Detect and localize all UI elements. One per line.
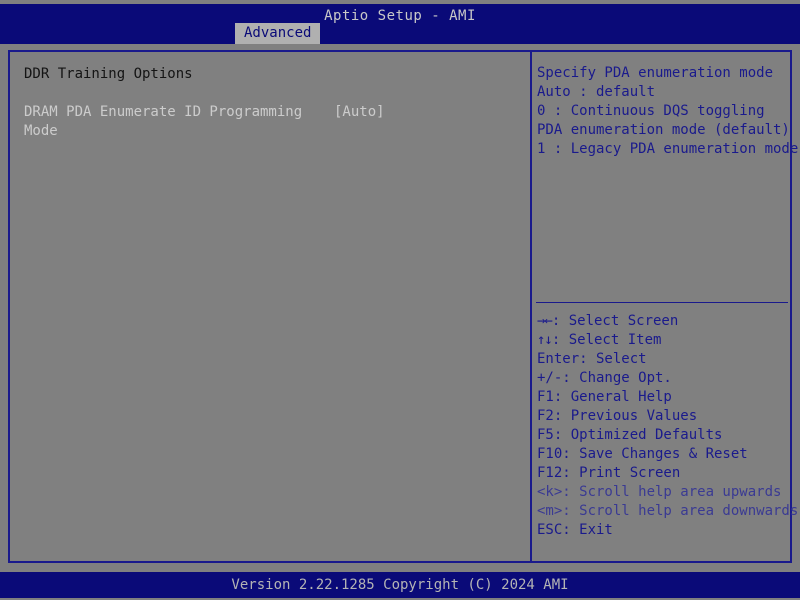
help-divider xyxy=(536,302,788,303)
tab-strip: Advanced xyxy=(235,23,321,44)
bios-setup-screen: Aptio Setup - AMI Advanced DDR Training … xyxy=(0,0,800,600)
key-legend-esc-exit: ESC: Exit xyxy=(537,522,613,538)
tab-advanced[interactable]: Advanced xyxy=(235,23,321,44)
help-panel: Specify PDA enumeration mode Auto : defa… xyxy=(530,50,799,563)
help-line: 0 : Continuous DQS toggling xyxy=(537,103,765,119)
arrow-up-down-icon: ↑↓ xyxy=(537,332,553,348)
setting-row-dram-pda-enumerate-id[interactable]: DRAM PDA Enumerate ID Programming Mode [… xyxy=(24,104,524,139)
help-line: PDA enumeration mode (default) xyxy=(537,122,790,138)
setting-value-dram-pda-enumerate-id[interactable]: [Auto] xyxy=(334,104,385,120)
key-legend-change-opt: +/-: Change Opt. xyxy=(537,370,672,386)
arrow-left-right-icon: →← xyxy=(537,313,553,329)
section-title: DDR Training Options xyxy=(24,66,193,82)
help-line: Specify PDA enumeration mode xyxy=(537,65,774,81)
key-legend-optimized-defaults: F5: Optimized Defaults xyxy=(537,427,723,443)
key-legend: →←: Select Screen ↑↓: Select Item Enter:… xyxy=(537,312,799,540)
help-line: Auto : default xyxy=(537,84,656,100)
key-legend-select-item: ↑↓: Select Item xyxy=(537,331,787,350)
key-legend-scroll-help-downwards: <m>: Scroll help area downwards xyxy=(537,503,799,519)
key-legend-save-changes-reset: F10: Save Changes & Reset xyxy=(537,446,748,462)
key-legend-label: : Select Screen xyxy=(551,313,679,329)
key-legend-previous-values: F2: Previous Values xyxy=(537,408,698,424)
help-description: Specify PDA enumeration mode Auto : defa… xyxy=(537,64,799,159)
help-line: 1 : Legacy PDA enumeration mode xyxy=(537,141,799,157)
footer-version-text: Version 2.22.1285 Copyright (C) 2024 AMI xyxy=(231,577,569,593)
setting-label-line2: Mode xyxy=(24,123,58,139)
setting-label-line1: DRAM PDA Enumerate ID Programming xyxy=(24,104,303,120)
key-legend-label: : Select Item xyxy=(551,332,662,348)
key-legend-print-screen: F12: Print Screen xyxy=(537,465,681,481)
page-title: Aptio Setup - AMI xyxy=(324,8,476,24)
key-legend-general-help: F1: General Help xyxy=(537,389,672,405)
key-legend-select-screen: →←: Select Screen xyxy=(537,312,787,331)
key-legend-scroll-help-upwards: <k>: Scroll help area upwards xyxy=(537,484,782,500)
settings-panel: DDR Training Options DRAM PDA Enumerate … xyxy=(8,50,530,563)
settings-list: DRAM PDA Enumerate ID Programming Mode [… xyxy=(24,104,524,139)
key-legend-enter-select: Enter: Select xyxy=(537,351,647,367)
